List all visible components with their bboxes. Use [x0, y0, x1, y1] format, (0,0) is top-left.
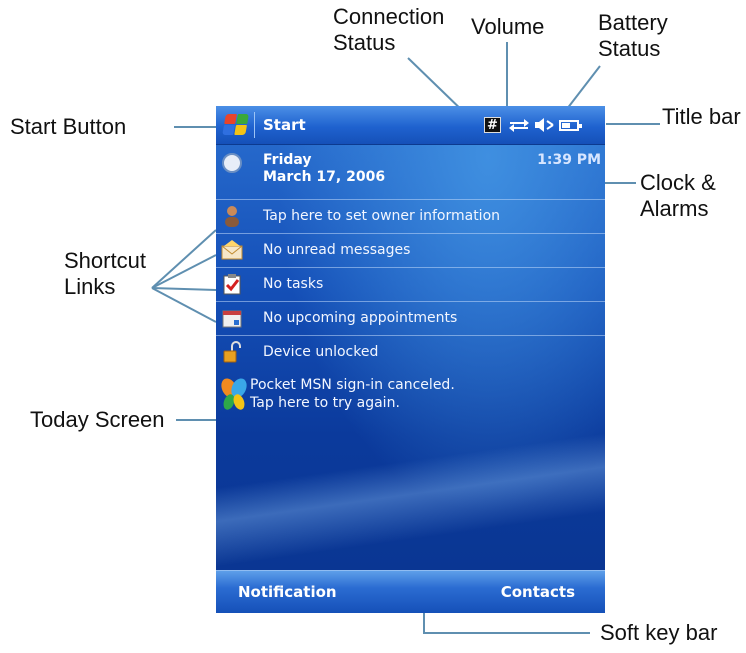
callout-shortcut-links: Shortcut Links	[64, 248, 146, 300]
msn-butterfly-icon	[220, 376, 248, 412]
callout-clock-line2: Alarms	[640, 196, 709, 221]
leader-shortcut-3	[151, 287, 217, 291]
clipboard-check-icon	[221, 273, 243, 295]
clock-date: March 17, 2006	[263, 169, 386, 185]
msn-line2: Tap here to try again.	[250, 395, 400, 411]
callout-battery-line2: Status	[598, 36, 661, 61]
start-button[interactable]: Start	[216, 106, 306, 144]
windows-logo-icon	[222, 114, 250, 136]
softkey-contacts[interactable]: Contacts	[501, 583, 575, 601]
speaker-muted-icon[interactable]	[534, 117, 554, 133]
connection-arrows-icon[interactable]	[508, 117, 530, 133]
soft-key-bar: Notification Contacts	[216, 570, 605, 613]
msn-line1: Pocket MSN sign-in canceled.	[250, 377, 455, 393]
callout-battery-line1: Battery	[598, 10, 668, 35]
start-divider	[254, 112, 255, 138]
calendar-icon	[221, 307, 243, 329]
shortcut-appointments[interactable]: No upcoming appointments	[216, 302, 605, 336]
clock-alarms-row[interactable]: Friday March 17, 2006 1:39 PM	[216, 145, 605, 200]
input-panel-icon[interactable]: #	[484, 117, 501, 133]
msn-signin-item[interactable]: Pocket MSN sign-in canceled. Tap here to…	[216, 370, 605, 430]
owner-info-label: Tap here to set owner information	[263, 208, 501, 224]
clock-icon	[222, 153, 242, 173]
battery-icon[interactable]	[559, 120, 582, 131]
msn-message: Pocket MSN sign-in canceled. Tap here to…	[250, 376, 455, 412]
shortcut-owner-info[interactable]: Tap here to set owner information	[216, 200, 605, 234]
callout-today-screen: Today Screen	[30, 407, 165, 432]
padlock-open-icon	[221, 341, 243, 363]
clock-day: Friday	[263, 152, 312, 168]
shortcut-messages[interactable]: No unread messages	[216, 234, 605, 268]
callout-connection-status: Connection Status	[333, 4, 444, 56]
title-bar: Start #	[216, 106, 605, 145]
callout-start-button: Start Button	[10, 114, 127, 139]
softkey-notification[interactable]: Notification	[238, 583, 337, 601]
leader-shortcut-4	[151, 287, 217, 323]
callout-shortcut-line2: Links	[64, 274, 116, 299]
callout-shortcut-line1: Shortcut	[64, 248, 146, 273]
callout-clock-line1: Clock &	[640, 170, 716, 195]
callout-connection-line1: Connection	[333, 4, 445, 29]
shortcut-device-lock[interactable]: Device unlocked	[216, 336, 605, 369]
owner-person-icon	[221, 205, 243, 227]
today-screen[interactable]: Start # Friday March 17, 2006 1:39 PM Ta…	[216, 106, 605, 613]
appointments-label: No upcoming appointments	[263, 310, 458, 326]
callout-volume: Volume	[471, 14, 545, 39]
messages-label: No unread messages	[263, 242, 411, 258]
callout-soft-key-bar: Soft key bar	[600, 620, 718, 645]
callout-connection-line2: Status	[333, 30, 396, 55]
device-lock-label: Device unlocked	[263, 344, 379, 360]
callout-clock-alarms: Clock & Alarms	[640, 170, 716, 222]
clock-time: 1:39 PM	[537, 152, 601, 168]
callout-battery-status: Battery Status	[598, 10, 668, 62]
tasks-label: No tasks	[263, 276, 324, 292]
shortcut-tasks[interactable]: No tasks	[216, 268, 605, 302]
start-label: Start	[263, 116, 306, 134]
callout-title-bar: Title bar	[662, 104, 741, 129]
envelope-icon	[221, 239, 243, 261]
battery-fill	[562, 123, 570, 128]
